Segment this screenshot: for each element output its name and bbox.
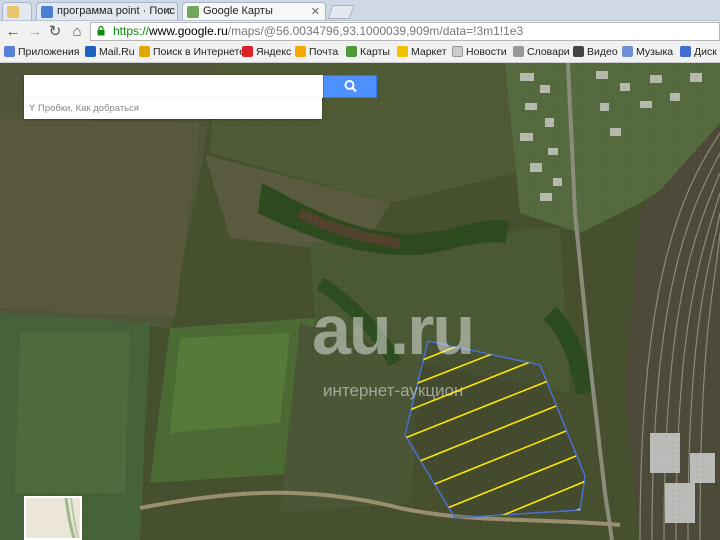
bookmark-label: Диск: [694, 46, 717, 58]
back-arrow-icon[interactable]: ←: [4, 23, 22, 41]
tab-search[interactable]: программа point · Поис ✕: [36, 2, 178, 20]
bookmark-maps[interactable]: Карты: [346, 46, 390, 58]
bookmark-label: Маркет: [411, 46, 447, 58]
tab-search-label: программа point · Поис: [57, 5, 176, 17]
map-search-box[interactable]: [24, 75, 324, 98]
tab-google-maps-label: Google Карты: [203, 5, 273, 17]
url-scheme: https://: [113, 24, 150, 38]
bookmark-internet-search[interactable]: Поиск в Интернете: [139, 46, 245, 58]
bookmark-label: Почта: [309, 46, 339, 58]
map-view-toggle[interactable]: [24, 496, 82, 540]
bookmark-label: Новости: [466, 46, 507, 58]
directions-link[interactable]: Y Пробки, Как добраться: [24, 98, 322, 119]
news-icon: [452, 46, 463, 57]
bookmark-yandex[interactable]: Яндекс: [242, 46, 291, 58]
bookmark-news[interactable]: Новости: [452, 46, 507, 58]
bookmark-label: Mail.Ru: [99, 46, 135, 58]
bookmark-apps[interactable]: Приложения: [4, 46, 79, 58]
browser-toolbar: ← → ↻ ⌂ https://www.google.ru/maps/@56.0…: [0, 21, 720, 43]
bookmark-label: Карты: [360, 46, 390, 58]
dictionary-icon: [513, 46, 524, 57]
mail-icon: [295, 46, 306, 57]
search-icon: [344, 80, 357, 93]
bookmark-label: Словари: [527, 46, 570, 58]
url-host: www.google.ru: [149, 24, 228, 38]
bookmark-dictionary[interactable]: Словари: [513, 46, 570, 58]
video-icon: [573, 46, 584, 57]
apps-grid-icon: [4, 46, 15, 57]
map-search-input[interactable]: [28, 75, 322, 98]
bookmark-mailru[interactable]: Mail.Ru: [85, 46, 135, 58]
favicon-icon: [7, 6, 19, 18]
search-globe-icon: [139, 46, 150, 57]
tab-strip: программа point · Поис ✕ Google Карты ✕: [0, 0, 720, 21]
directions-label: Пробки, Как добраться: [38, 103, 140, 114]
bookmark-music[interactable]: Музыка: [622, 46, 673, 58]
satellite-map[interactable]: Y Пробки, Как добраться au.ru интернет-ау…: [0, 63, 720, 540]
watermark-tagline: интернет-аукцион: [323, 381, 464, 400]
home-icon[interactable]: ⌂: [68, 23, 86, 41]
bookmark-video[interactable]: Видео: [573, 46, 618, 58]
map-search-button[interactable]: [323, 75, 377, 98]
tab-google-maps[interactable]: Google Карты ✕: [182, 2, 326, 20]
tab-1[interactable]: [2, 2, 32, 20]
directions-icon: Y: [29, 103, 36, 113]
bookmark-mail[interactable]: Почта: [295, 46, 338, 58]
minimap-thumbnail: [26, 497, 80, 539]
watermark-logo: au.ru: [312, 291, 475, 369]
close-icon[interactable]: ✕: [311, 5, 320, 18]
maps-icon: [346, 46, 357, 57]
bookmark-label: Яндекс: [256, 46, 292, 58]
lock-icon: [97, 26, 105, 36]
bookmark-label: Видео: [587, 46, 618, 58]
url-path: /maps/@56.0034796,93.1000039,909m/data=!…: [227, 24, 524, 38]
close-icon[interactable]: ✕: [163, 5, 172, 18]
bookmark-disk[interactable]: Диск: [680, 46, 717, 58]
maps-favicon-icon: [187, 6, 199, 18]
forward-arrow-icon[interactable]: →: [26, 23, 44, 41]
bookmark-label: Музыка: [636, 46, 674, 58]
disk-icon: [680, 46, 691, 57]
bookmark-label: Приложения: [18, 46, 80, 58]
mailru-icon: [85, 46, 96, 57]
bookmark-market[interactable]: Маркет: [397, 46, 447, 58]
bookmarks-bar: Приложения Mail.Ru Поиск в Интернете Янд…: [0, 43, 720, 63]
market-icon: [397, 46, 408, 57]
address-bar[interactable]: https://www.google.ru/maps/@56.0034796,9…: [90, 22, 720, 41]
bookmark-label: Поиск в Интернете: [153, 46, 246, 58]
reload-icon[interactable]: ↻: [46, 23, 64, 41]
search-favicon-icon: [41, 6, 53, 18]
music-icon: [622, 46, 633, 57]
yandex-icon: [242, 46, 253, 57]
new-tab-button[interactable]: [327, 5, 355, 19]
